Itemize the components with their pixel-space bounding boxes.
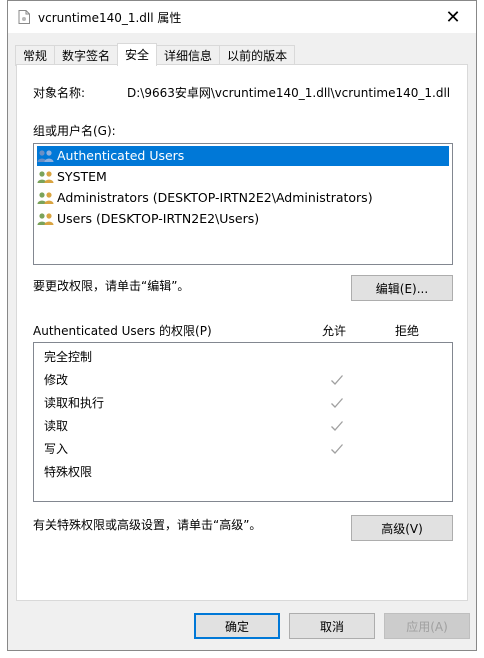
close-button[interactable]: ✕ xyxy=(430,1,476,33)
permission-label: 修改 xyxy=(44,373,69,387)
tab-general[interactable]: 常规 xyxy=(15,45,56,66)
close-icon: ✕ xyxy=(445,6,461,28)
user-item-authenticated-users[interactable]: Authenticated Users xyxy=(37,146,449,166)
user-listbox[interactable]: Authenticated Users SYSTEM Administrator… xyxy=(33,143,453,265)
user-item-administrators[interactable]: Administrators (DESKTOP-IRTN2E2\Administ… xyxy=(37,188,449,208)
allow-check-icon xyxy=(331,444,343,454)
permission-row-read-execute: 读取和执行 xyxy=(44,393,444,413)
users-group-icon xyxy=(37,213,54,225)
allow-check-icon xyxy=(331,375,343,385)
permission-row-special: 特殊权限 xyxy=(44,462,444,482)
allow-check-icon xyxy=(331,398,343,408)
allow-check-icon xyxy=(331,421,343,431)
allow-column-header: 允许 xyxy=(322,324,347,338)
deny-column-header: 拒绝 xyxy=(395,324,420,338)
permission-label: 特殊权限 xyxy=(44,465,93,479)
users-group-icon xyxy=(37,150,54,162)
tab-details[interactable]: 详细信息 xyxy=(156,45,221,66)
apply-button[interactable]: 应用(A) xyxy=(384,613,470,639)
group-or-user-label: 组或用户名(G): xyxy=(33,124,116,138)
tab-strip: 常规 数字签名 安全 详细信息 以前的版本 xyxy=(15,43,296,66)
file-icon xyxy=(18,10,30,24)
user-item-label: Administrators (DESKTOP-IRTN2E2\Administ… xyxy=(57,190,373,205)
tab-security[interactable]: 安全 xyxy=(117,43,158,66)
security-panel: 对象名称: D:\9663安卓网\vcruntime140_1.dll\vcru… xyxy=(16,64,468,601)
permission-label: 读取 xyxy=(44,419,69,433)
user-item-label: Users (DESKTOP-IRTN2E2\Users) xyxy=(57,211,260,226)
users-group-icon xyxy=(37,192,54,204)
object-name-label: 对象名称: xyxy=(33,86,86,100)
permission-label: 写入 xyxy=(44,442,69,456)
ok-button[interactable]: 确定 xyxy=(194,613,280,639)
title-bar[interactable]: vcruntime140_1.dll 属性 ✕ xyxy=(8,1,476,33)
permission-row-read: 读取 xyxy=(44,416,444,436)
permission-row-modify: 修改 xyxy=(44,370,444,390)
tab-previous-versions[interactable]: 以前的版本 xyxy=(219,45,296,66)
user-item-label: SYSTEM xyxy=(57,169,107,184)
edit-button[interactable]: 编辑(E)... xyxy=(351,275,453,301)
change-permissions-hint: 要更改权限，请单击“编辑”。 xyxy=(33,279,190,293)
permission-row-write: 写入 xyxy=(44,439,444,459)
window-title: vcruntime140_1.dll 属性 xyxy=(38,11,182,25)
properties-window: vcruntime140_1.dll 属性 ✕ 常规 数字签名 安全 详细信息 … xyxy=(7,0,477,651)
user-item-system[interactable]: SYSTEM xyxy=(37,167,449,187)
tab-digital-signatures[interactable]: 数字签名 xyxy=(54,45,119,66)
permission-label: 完全控制 xyxy=(44,350,93,364)
users-group-icon xyxy=(37,171,54,183)
permissions-header: Authenticated Users 的权限(P) xyxy=(33,324,212,338)
user-item-users[interactable]: Users (DESKTOP-IRTN2E2\Users) xyxy=(37,209,449,229)
user-item-label: Authenticated Users xyxy=(57,148,185,163)
permission-label: 读取和执行 xyxy=(44,396,105,410)
advanced-hint: 有关特殊权限或高级设置，请单击“高级”。 xyxy=(33,518,262,532)
permission-row-full-control: 完全控制 xyxy=(44,347,444,367)
object-name-value: D:\9663安卓网\vcruntime140_1.dll\vcruntime1… xyxy=(127,86,451,100)
cancel-button[interactable]: 取消 xyxy=(289,613,375,639)
advanced-button[interactable]: 高级(V) xyxy=(351,515,453,541)
permissions-list: 完全控制 修改 读取和执行 读取 写入 特殊权限 xyxy=(33,342,453,502)
